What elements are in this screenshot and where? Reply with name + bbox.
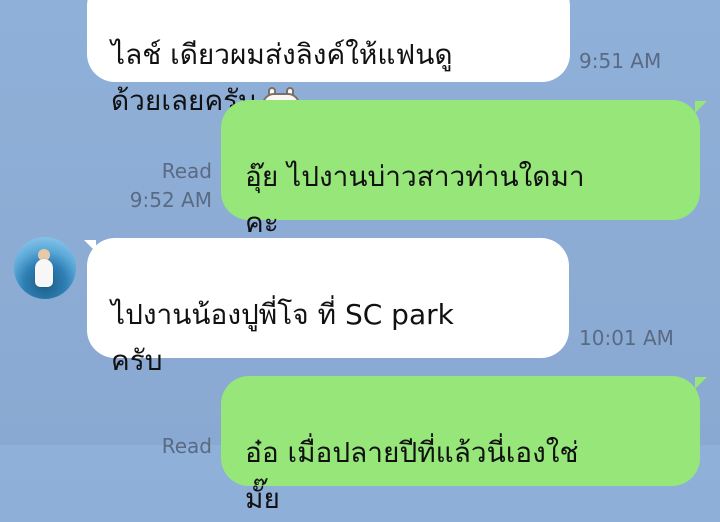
contact-avatar[interactable] (14, 237, 76, 299)
read-status: Read (161, 159, 212, 183)
bubble-tail (695, 377, 707, 389)
message-text: ไปงานน้องปูพี่โจ ที่ SC park ครับ (111, 298, 454, 377)
message-time: 9:52 AM (129, 188, 212, 212)
incoming-message-bubble[interactable]: ไลช์ เดียวผมส่งลิงค์ให้แฟนดู ด้วยเลยครับ (87, 0, 570, 117)
bubble-tail (695, 101, 707, 113)
message-text: อ๋อ เมื่อปลายปีที่แล้วนี่เองใช่ มั๊ย (245, 436, 579, 515)
message-text: อุ๊ย ไปงานบ่าวสาวท่านใดมา คะ (245, 160, 585, 239)
incoming-message-bubble[interactable]: ไปงานน้องปูพี่โจ ที่ SC park ครับ (87, 238, 569, 377)
read-status: Read (161, 434, 212, 458)
outgoing-message-bubble[interactable]: อ๋อ เมื่อปลายปีที่แล้วนี่เองใช่ มั๊ย (221, 376, 700, 515)
message-time: 9:51 AM (579, 49, 662, 73)
message-time: 10:01 AM (579, 326, 674, 350)
outgoing-message-bubble[interactable]: อุ๊ย ไปงานบ่าวสาวท่านใดมา คะ (221, 100, 700, 239)
